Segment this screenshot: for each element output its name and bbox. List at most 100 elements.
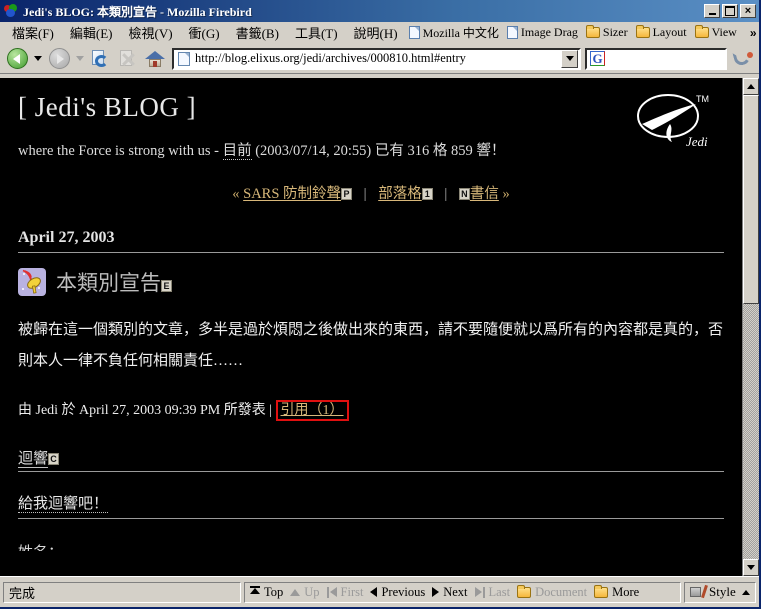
- entry-byline: 由 Jedi 於 April 27, 2003 09:39 PM 所發表 | 引…: [18, 399, 724, 421]
- bookmark-label: Layout: [652, 25, 687, 39]
- jedi-logo: TM Jedi: [630, 90, 722, 152]
- tagline-prefix: where the Force is strong with us -: [18, 143, 223, 159]
- status-last-button: Last: [474, 585, 510, 600]
- status-more-button[interactable]: More: [594, 584, 639, 600]
- page-title: [ Jedi's BLOG ]: [18, 92, 197, 122]
- tagline-current-link[interactable]: 目前: [222, 143, 252, 160]
- reload-button[interactable]: [88, 46, 114, 72]
- content-area: TM Jedi [ Jedi's BLOG ] where the Force …: [0, 78, 759, 576]
- blog-header: TM Jedi [ Jedi's BLOG ] where the Force …: [18, 92, 724, 160]
- chevron-up-icon[interactable]: [742, 589, 750, 595]
- stop-button: [115, 46, 141, 72]
- back-arrow-icon: [6, 48, 28, 69]
- status-nav-label: Next: [443, 584, 468, 599]
- menu-file[interactable]: 檔案(F): [4, 21, 62, 44]
- back-button[interactable]: [4, 46, 30, 72]
- svg-text:Jedi: Jedi: [686, 134, 708, 149]
- minimize-button[interactable]: [704, 4, 720, 18]
- accesskey-badge-1: 1: [421, 188, 433, 200]
- url-input[interactable]: http://blog.elixus.org/jedi/archives/000…: [195, 51, 561, 66]
- back-history-dropdown-icon[interactable]: [34, 56, 42, 61]
- close-button[interactable]: ×: [740, 4, 756, 18]
- forward-button[interactable]: [46, 46, 72, 72]
- accesskey-badge-e: E: [161, 280, 172, 292]
- next-arrow-icon: [432, 587, 440, 597]
- status-document-button: Document: [517, 584, 588, 600]
- caption-buttons: ×: [704, 4, 756, 18]
- status-up-button: Up: [290, 584, 320, 600]
- entry-body: 被歸在這一個類別的文章，多半是過於煩悶之後做出來的東西，請不要隨便就以爲所有的內…: [18, 322, 724, 369]
- scrollbar-track[interactable]: [743, 95, 759, 559]
- bookmarks-overflow-chevron-icon[interactable]: »: [742, 26, 759, 40]
- maximize-button[interactable]: [722, 4, 738, 18]
- status-first-button: First: [327, 584, 364, 600]
- status-nav-label: First: [340, 584, 364, 599]
- search-go-icon[interactable]: [731, 47, 755, 71]
- status-nav-label: Document: [535, 584, 588, 599]
- address-dropdown-icon[interactable]: [561, 49, 578, 68]
- svg-text:TM: TM: [696, 94, 709, 104]
- search-bar[interactable]: G: [585, 47, 727, 70]
- accesskey-badge-n: N: [458, 188, 470, 200]
- page-scrollbar[interactable]: [742, 78, 759, 576]
- byline-text: 由 Jedi 於 April 27, 2003 09:39 PM 所發表 |: [18, 402, 273, 418]
- bookmark-folder-sizer[interactable]: Sizer: [583, 24, 633, 41]
- bookmark-folder-view[interactable]: View: [692, 24, 742, 41]
- google-icon[interactable]: G: [590, 51, 605, 66]
- style-label: Style: [709, 584, 736, 599]
- status-nav-label: Previous: [381, 584, 426, 599]
- trackback-link[interactable]: 引用（1）: [275, 399, 349, 421]
- folder-icon: [517, 584, 532, 598]
- nav-prev-arrow: «: [232, 186, 240, 202]
- menu-bar: 檔案(F) 編輯(E) 檢視(V) 衝(G) 書籤(B) 工具(T) 說明(H)…: [0, 22, 759, 44]
- menu-view[interactable]: 檢視(V): [121, 21, 181, 44]
- nav-blog-link[interactable]: 部落格: [378, 186, 422, 202]
- status-top-button[interactable]: Top: [250, 585, 283, 600]
- status-message: 完成: [3, 581, 241, 603]
- reload-icon: [91, 49, 111, 69]
- prev-arrow-icon: [370, 587, 378, 597]
- bookmark-mozilla-chinese[interactable]: Mozilla 中文化: [406, 23, 504, 42]
- nav-prev-link[interactable]: SARS 防制鈴聲: [243, 186, 341, 202]
- close-icon: ×: [744, 5, 752, 17]
- bookmark-image-drag[interactable]: Image Drag: [504, 24, 583, 41]
- accesskey-badge-c: C: [48, 452, 60, 465]
- menu-tools[interactable]: 工具(T): [287, 21, 346, 44]
- scroll-up-button[interactable]: [743, 78, 759, 95]
- status-next-button[interactable]: Next: [432, 584, 468, 600]
- style-selector[interactable]: Style: [684, 581, 756, 603]
- stop-icon: [118, 49, 138, 69]
- status-navigation-panel: Top Up First Previous Next Last Document…: [244, 581, 681, 603]
- folder-icon: [594, 584, 609, 598]
- folder-icon: [585, 25, 600, 38]
- scroll-down-button[interactable]: [743, 559, 759, 576]
- top-icon: [250, 586, 260, 598]
- status-nav-label: Top: [264, 584, 284, 599]
- accesskey-badge-p: P: [341, 188, 353, 200]
- nav-next-link[interactable]: 書信: [470, 186, 499, 202]
- menu-bookmarks[interactable]: 書籤(B): [228, 21, 287, 44]
- name-field-label-partial: 姓名：: [18, 541, 724, 551]
- bookmark-label: Mozilla 中文化: [422, 26, 499, 40]
- comment-invite-link[interactable]: 給我迴響吧！: [18, 495, 109, 513]
- status-nav-label: Up: [304, 584, 320, 599]
- up-arrow-icon: [290, 588, 301, 596]
- bookmark-label: Sizer: [602, 25, 628, 39]
- navigation-toolbar: http://blog.elixus.org/jedi/archives/000…: [0, 44, 759, 74]
- scrollbar-thumb[interactable]: [743, 95, 759, 304]
- menu-edit[interactable]: 編輯(E): [62, 21, 121, 44]
- entry-title-text: 本類別宣告: [56, 271, 161, 295]
- menu-go[interactable]: 衝(G): [181, 21, 228, 44]
- address-bar[interactable]: http://blog.elixus.org/jedi/archives/000…: [172, 47, 581, 70]
- entry-navigation: « SARS 防制鈴聲 P | 部落格 1 | N 書信 »: [18, 182, 724, 203]
- menu-help[interactable]: 說明(H): [346, 21, 406, 44]
- entry-title: 本類別宣告 E: [56, 267, 172, 297]
- bookmark-folder-layout[interactable]: Layout: [633, 24, 692, 41]
- folder-icon: [635, 25, 650, 38]
- forward-history-dropdown-icon[interactable]: [76, 56, 84, 61]
- entry-title-row: 本類別宣告 E: [18, 267, 724, 297]
- satellite-dish-icon: [18, 268, 46, 296]
- home-icon: [145, 49, 165, 68]
- status-previous-button[interactable]: Previous: [370, 585, 425, 600]
- home-button[interactable]: [142, 46, 168, 72]
